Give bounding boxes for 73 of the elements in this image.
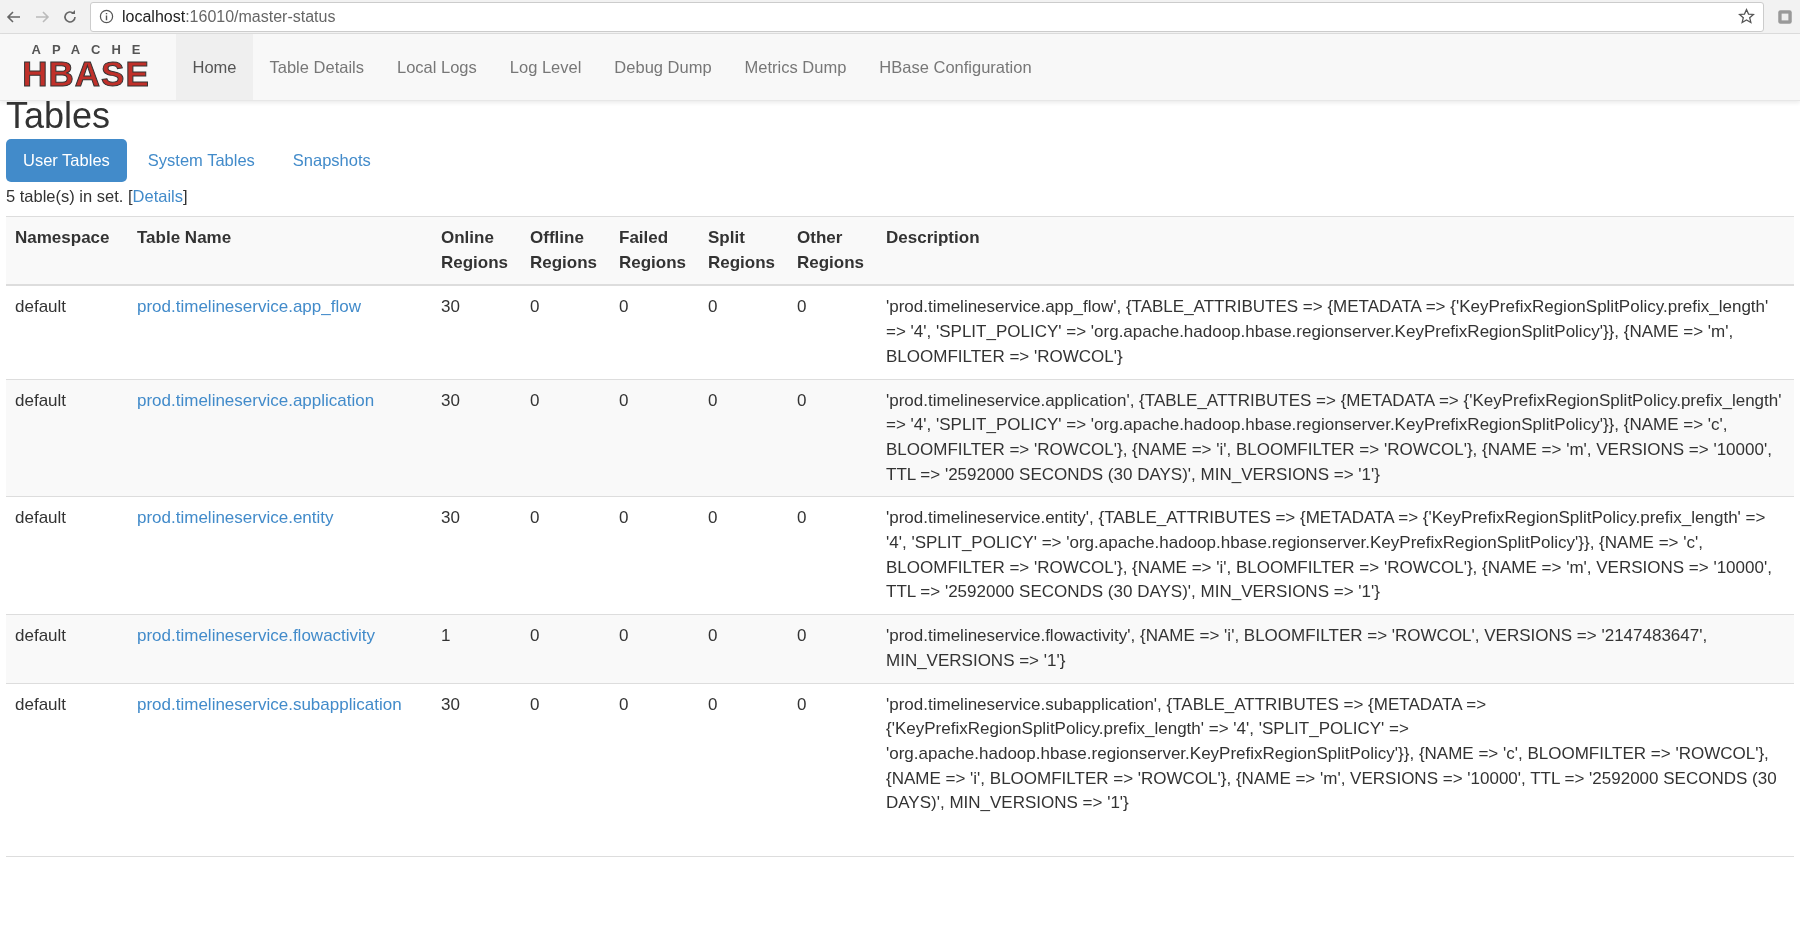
column-header: Failed Regions bbox=[610, 216, 699, 286]
table-cell: 0 bbox=[788, 683, 877, 857]
column-header: Online Regions bbox=[432, 216, 521, 286]
nav-link[interactable]: Metrics Dump bbox=[728, 34, 863, 100]
table-cell: 1 bbox=[432, 614, 521, 684]
logo[interactable]: APACHE HBASE bbox=[6, 39, 166, 95]
tab[interactable]: System Tables bbox=[130, 139, 272, 182]
nav-link[interactable]: Table Details bbox=[253, 34, 381, 100]
page-heading: Tables bbox=[6, 101, 112, 131]
table-link[interactable]: prod.timelineservice.entity bbox=[137, 508, 334, 528]
table-cell: 0 bbox=[610, 614, 699, 684]
table-cell: 0 bbox=[521, 285, 610, 379]
table-cell: 0 bbox=[610, 379, 699, 497]
column-header: Split Regions bbox=[699, 216, 788, 286]
description-cell: 'prod.timelineservice.application', {TABLE_ATTRIBUTES => {METADATA => {'KeyPrefixRegionSplitPolicy.prefix_length' => '4', 'SPLIT_POLICY' => 'org.apache.hadoop.hbase.regionserver.KeyPrefixRegionSplitPolicy'}}, {NAME => 'c', BLOOMFILTER => 'ROWCOL'}, {NAME => 'i', BLOOMFILTER => 'ROWCOL'}, {NAME => 'm', VERSIONS => '10000', TTL => '2592000 SECONDS (30 DAYS)', MIN_VERSIONS => '1'} bbox=[877, 379, 1794, 497]
table-cell: 30 bbox=[432, 379, 521, 497]
description-cell: 'prod.timelineservice.entity', {TABLE_ATTRIBUTES => {METADATA => {'KeyPrefixRegionSplitPolicy.prefix_length' => '4', 'SPLIT_POLICY' => 'org.apache.hadoop.hbase.regionserver.KeyPrefixRegionSplitPolicy'}}, {NAME => 'c', BLOOMFILTER => 'ROWCOL'}, {NAME => 'i', BLOOMFILTER => 'ROWCOL'}, {NAME => 'm', VERSIONS => '10000', TTL => '2592000 SECONDS (30 DAYS)', MIN_VERSIONS => '1'} bbox=[877, 496, 1794, 615]
table-cell: 30 bbox=[432, 285, 521, 379]
table-cell: default bbox=[6, 683, 128, 857]
nav-link[interactable]: Log Level bbox=[493, 34, 598, 100]
table-cell: default bbox=[6, 285, 128, 379]
nav-link[interactable]: Home bbox=[176, 34, 253, 100]
table-cell: 30 bbox=[432, 683, 521, 857]
table-cell: default bbox=[6, 614, 128, 684]
url-path: :16010/master-status bbox=[185, 7, 336, 26]
table-cell: default bbox=[6, 496, 128, 615]
table-link[interactable]: prod.timelineservice.app_flow bbox=[137, 297, 361, 317]
table-cell: 0 bbox=[610, 496, 699, 615]
table-cell: 0 bbox=[788, 379, 877, 497]
logo-large-text: HBASE bbox=[22, 57, 150, 91]
bracket-text: ] bbox=[183, 187, 188, 205]
table-cell: 0 bbox=[699, 614, 788, 684]
summary-text: 5 table(s) in set. [ bbox=[6, 187, 133, 205]
nav-link[interactable]: Debug Dump bbox=[597, 34, 729, 100]
table-cell: 0 bbox=[699, 285, 788, 379]
reload-icon[interactable] bbox=[62, 8, 78, 25]
table-link[interactable]: prod.timelineservice.flowactivity bbox=[137, 626, 376, 646]
table-cell: 0 bbox=[788, 614, 877, 684]
description-cell: 'prod.timelineservice.subapplication', {TABLE_ATTRIBUTES => {METADATA => {'KeyPrefixRegionSplitPolicy.prefix_length' => '4', 'SPLIT_POLICY' => 'org.apache.hadoop.hbase.regionserver.KeyPrefixRegionSplitPolicy'}}, {NAME => 'c', BLOOMFILTER => 'ROWCOL'}, {NAME => 'i', BLOOMFILTER => 'ROWCOL'}, {NAME => 'm', VERSIONS => '10000', TTL => '2592000 SECONDS (30 DAYS)', MIN_VERSIONS => '1'} bbox=[877, 683, 1794, 857]
details-link[interactable]: Details bbox=[132, 187, 183, 205]
nav-link[interactable]: HBase Configuration bbox=[862, 34, 1049, 100]
table-cell: 0 bbox=[521, 379, 610, 497]
table-cell: 0 bbox=[788, 285, 877, 379]
table-cell: 0 bbox=[610, 683, 699, 857]
info-icon[interactable] bbox=[99, 9, 114, 24]
table-cell: 0 bbox=[521, 683, 610, 857]
column-header: Offline Regions bbox=[521, 216, 610, 286]
column-header: Table Name bbox=[128, 216, 432, 286]
table-cell: default bbox=[6, 379, 128, 497]
table-cell: 0 bbox=[788, 496, 877, 615]
table-cell: 0 bbox=[521, 614, 610, 684]
nav-link[interactable]: Local Logs bbox=[380, 34, 494, 100]
table-cell: 0 bbox=[699, 683, 788, 857]
column-header: Namespace bbox=[6, 216, 128, 286]
tab[interactable]: Snapshots bbox=[275, 139, 388, 182]
table-cell: 0 bbox=[699, 496, 788, 615]
extension-icon[interactable] bbox=[1776, 7, 1794, 26]
tab[interactable]: User Tables bbox=[6, 139, 127, 182]
star-icon[interactable] bbox=[1738, 8, 1755, 25]
table-cell: 0 bbox=[521, 496, 610, 615]
table-link[interactable]: prod.timelineservice.subapplication bbox=[137, 694, 402, 714]
table-cell: 0 bbox=[699, 379, 788, 497]
logo-small-text: APACHE bbox=[30, 43, 152, 57]
back-icon[interactable] bbox=[6, 8, 22, 25]
table-cell: 30 bbox=[432, 496, 521, 615]
description-cell: 'prod.timelineservice.app_flow', {TABLE_ATTRIBUTES => {METADATA => {'KeyPrefixRegionSplitPolicy.prefix_length' => '4', 'SPLIT_POLICY' => 'org.apache.hadoop.hbase.regionserver.KeyPrefixRegionSplitPolicy'}}, {NAME => 'm', BLOOMFILTER => 'ROWCOL'} bbox=[877, 285, 1794, 379]
table-cell: 0 bbox=[610, 285, 699, 379]
description-cell: 'prod.timelineservice.flowactivity', {NAME => 'i', BLOOMFILTER => 'ROWCOL', VERSIONS => '2147483647', MIN_VERSIONS => '1'} bbox=[877, 614, 1794, 684]
table-link[interactable]: prod.timelineservice.application bbox=[137, 390, 375, 410]
url-host: localhost bbox=[122, 7, 186, 26]
column-header: Description bbox=[877, 216, 1794, 286]
column-header: Other Regions bbox=[788, 216, 877, 286]
address-bar[interactable]: localhost:16010/master-status bbox=[90, 1, 1764, 32]
